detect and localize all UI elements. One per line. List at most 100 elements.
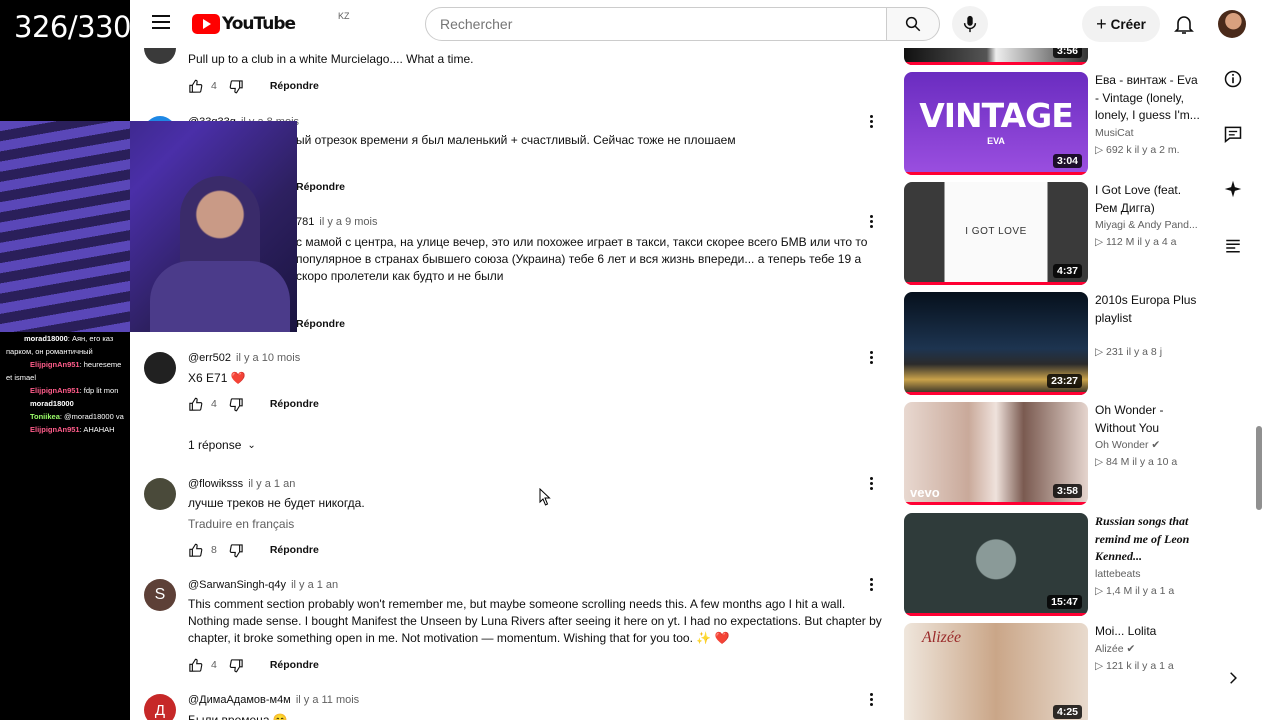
channel-name[interactable]: Alizée ✔: [1095, 643, 1135, 655]
comment-menu-button[interactable]: [870, 693, 874, 707]
video-thumbnail[interactable]: 23:27: [904, 292, 1088, 395]
comment-avatar[interactable]: S: [144, 579, 176, 611]
video-duration: 4:37: [1052, 264, 1082, 278]
comment-header: @ДимаАдамов-м4м il y a 11 mois: [188, 694, 359, 706]
recommended-video[interactable]: Alizée 4:25 Moi... Lolita Alizée ✔ ▷ 121…: [904, 623, 1204, 720]
webcam-background-stripes: [0, 121, 130, 332]
reply-button[interactable]: Répondre: [270, 80, 319, 92]
video-duration: 3:04: [1052, 154, 1082, 168]
video-meta: ▷ 84 M il y a 10 a: [1095, 456, 1178, 468]
notifications-bell-icon[interactable]: [1172, 12, 1196, 36]
comment-text: с мамой с центра, на улице вечер, это ил…: [296, 235, 868, 283]
vevo-logo: vevo: [910, 485, 940, 500]
comment-menu-button[interactable]: [870, 477, 874, 491]
like-count: 8: [211, 544, 217, 556]
comment-text: Были времена 😊: [188, 713, 288, 720]
comment-author[interactable]: @SarwanSingh-q4y: [188, 579, 286, 591]
channel-name[interactable]: Miyagi & Andy Pand...: [1095, 219, 1198, 231]
reply-button[interactable]: Répondre: [296, 181, 345, 193]
comment-avatar[interactable]: Д: [144, 694, 176, 720]
chat-text: : Аян, его каз: [67, 334, 114, 343]
track-counter: 326/330: [14, 10, 131, 44]
playlist-icon[interactable]: [1221, 233, 1245, 257]
thumbs-up-icon[interactable]: [188, 658, 203, 673]
country-code: KZ: [338, 11, 350, 21]
video-title[interactable]: Ева - винтаж - Eva - Vintage (lonely, lo…: [1095, 72, 1201, 124]
video-thumbnail[interactable]: Alizée 4:25: [904, 623, 1088, 720]
recommended-video[interactable]: 15:47 Russian songs that remind me of Le…: [904, 513, 1204, 616]
right-rail: [1218, 0, 1248, 720]
reply-button[interactable]: Répondre: [270, 398, 319, 410]
video-meta: ▷ 231 il y a 8 j: [1095, 346, 1163, 358]
youtube-logo[interactable]: YouTube KZ: [192, 11, 350, 34]
comment-menu-button[interactable]: [870, 215, 874, 229]
search-button[interactable]: [886, 7, 940, 41]
comment-author[interactable]: 781: [296, 216, 314, 228]
thumbs-up-icon[interactable]: [188, 397, 203, 412]
comment-author[interactable]: @err502: [188, 352, 231, 364]
chat-text: et ismael: [6, 373, 37, 382]
reply-button[interactable]: Répondre: [270, 659, 319, 671]
show-replies-button[interactable]: 1 réponse ⌄: [188, 438, 256, 452]
comment-time[interactable]: il y a 10 mois: [236, 352, 300, 364]
comment-text: Pull up to a club in a white Murcielago.…: [188, 52, 474, 66]
create-button[interactable]: + Créer: [1082, 6, 1160, 42]
video-meta: ▷ 692 k il y a 2 m.: [1095, 144, 1180, 156]
scrollbar-thumb[interactable]: [1256, 426, 1262, 510]
reply-button[interactable]: Répondre: [296, 318, 345, 330]
comment-menu-button[interactable]: [870, 351, 874, 365]
comment-menu-button[interactable]: [870, 578, 874, 592]
comment-time[interactable]: il y a 11 mois: [296, 694, 359, 706]
video-thumbnail[interactable]: vevo 3:58: [904, 402, 1088, 505]
comment-menu-button[interactable]: [870, 115, 874, 129]
recommended-video[interactable]: 23:27 2010s Europa Plus playlist ▷ 231 i…: [904, 292, 1204, 395]
comment-time[interactable]: il y a 1 an: [291, 579, 338, 591]
menu-icon[interactable]: [152, 15, 170, 29]
channel-name[interactable]: Oh Wonder ✔: [1095, 439, 1160, 451]
like-count: 4: [211, 398, 217, 410]
comment-author[interactable]: @ДимаАдамов-м4м: [188, 694, 291, 706]
account-avatar[interactable]: [1218, 10, 1246, 38]
reply-button[interactable]: Répondre: [270, 544, 319, 556]
chat-text: : AHAHAH: [79, 425, 115, 434]
search-icon: [905, 16, 921, 32]
thumbs-up-icon[interactable]: [188, 543, 203, 558]
video-title[interactable]: 2010s Europa Plus playlist: [1095, 292, 1201, 327]
video-thumbnail[interactable]: VINTAGE EVA 3:04: [904, 72, 1088, 175]
voice-search-button[interactable]: [952, 6, 988, 42]
search-input[interactable]: [425, 7, 887, 41]
thumbs-down-icon[interactable]: [229, 543, 244, 558]
thumbs-down-icon[interactable]: [229, 397, 244, 412]
comment-text: лучше треков не будет никогда.: [188, 496, 365, 510]
chat-username: ElijpignAn951: [30, 425, 80, 434]
thumbnail-title-text: Alizée: [922, 629, 962, 646]
thumbnail-title-text: I GOT LOVE: [965, 226, 1027, 237]
recommended-video[interactable]: VINTAGE EVA 3:04 Ева - винтаж - Eva - Vi…: [904, 72, 1204, 175]
comment-avatar[interactable]: [144, 352, 176, 384]
chevron-right-icon[interactable]: [1221, 666, 1245, 690]
comment-author[interactable]: @flowiksss: [188, 478, 243, 490]
video-thumbnail[interactable]: 15:47: [904, 513, 1088, 616]
recommended-video[interactable]: I GOT LOVE 4:37 I Got Love (feat. Рем Ди…: [904, 182, 1204, 285]
video-title[interactable]: Moi... Lolita: [1095, 623, 1201, 641]
thumbs-up-icon[interactable]: [188, 79, 203, 94]
chat-message: ElijpignAn951: fdp lit mon: [0, 384, 130, 397]
thumbs-down-icon[interactable]: [229, 79, 244, 94]
comment-time[interactable]: il y a 9 mois: [319, 216, 377, 228]
thumbs-down-icon[interactable]: [229, 658, 244, 673]
translate-link[interactable]: Traduire en français: [188, 517, 294, 531]
video-title[interactable]: Russian songs that remind me of Leon Ken…: [1095, 513, 1201, 565]
video-title[interactable]: Oh Wonder - Without You: [1095, 402, 1201, 437]
chat-icon[interactable]: [1221, 122, 1245, 146]
comment-time[interactable]: il y a 1 an: [248, 478, 295, 490]
comment-actions: 4 Répondre: [188, 78, 319, 94]
recommended-video[interactable]: vevo 3:58 Oh Wonder - Without You Oh Won…: [904, 402, 1204, 505]
channel-name[interactable]: lattebeats: [1095, 568, 1141, 580]
comment-avatar[interactable]: [144, 478, 176, 510]
video-thumbnail[interactable]: I GOT LOVE 4:37: [904, 182, 1088, 285]
microphone-icon: [963, 15, 977, 33]
video-title[interactable]: I Got Love (feat. Рем Дигга): [1095, 182, 1201, 217]
sparkle-icon[interactable]: [1221, 177, 1245, 201]
info-icon[interactable]: [1221, 67, 1245, 91]
channel-name[interactable]: MusiCat: [1095, 127, 1134, 139]
